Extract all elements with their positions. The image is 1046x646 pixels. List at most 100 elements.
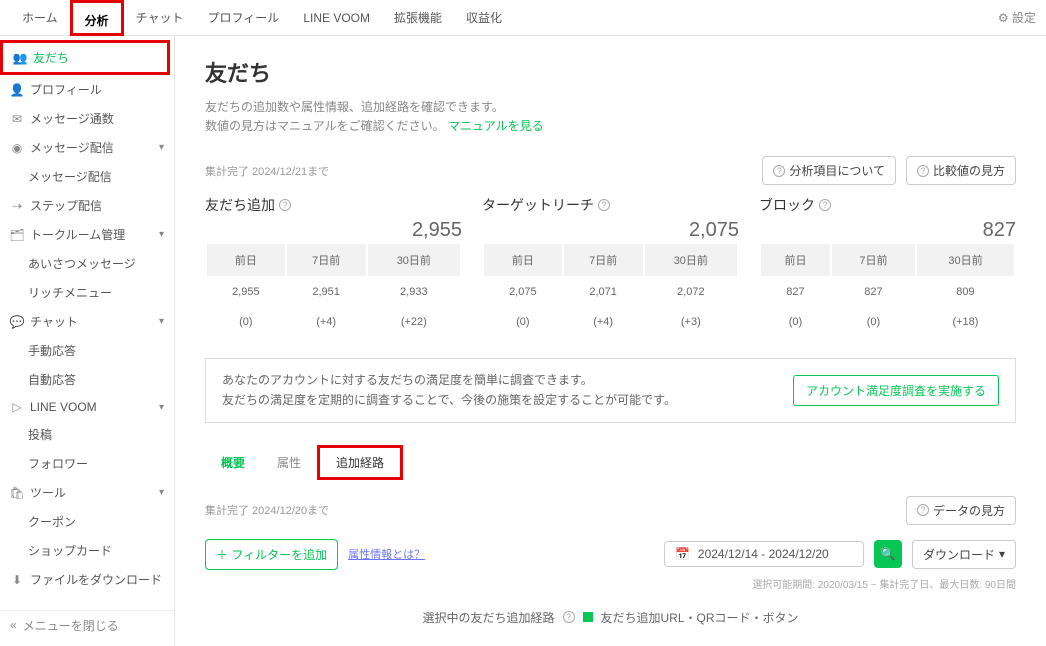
nav-voom[interactable]: LINE VOOM [291, 0, 382, 36]
date-range-input[interactable]: 📅2024/12/14 - 2024/12/20 [664, 541, 864, 567]
survey-cta-button[interactable]: アカウント満足度調査を実施する [793, 375, 999, 406]
btn-label: フィルターを追加 [231, 548, 327, 562]
attribute-info-link[interactable]: 属性情報とは？ [348, 546, 425, 562]
cell-value: 827 [832, 278, 915, 306]
collapse-icon: « [10, 618, 17, 632]
sidebar-sub-shopcard[interactable]: ショップカード [0, 536, 174, 565]
chevron-down-icon: ▾ [159, 487, 164, 498]
sidebar-item-talkroom[interactable]: 🗂トークルーム管理▾ [0, 220, 174, 249]
nav-analytics[interactable]: 分析 [70, 0, 124, 36]
search-icon: 🔍 [880, 547, 895, 561]
data-view-button[interactable]: ?データの見方 [906, 496, 1016, 525]
main-content: 友だち 友だちの追加数や属性情報、追加経路を確認できます。 数値の見方はマニュア… [175, 36, 1046, 646]
search-button[interactable]: 🔍 [874, 540, 902, 568]
cell-delta: (0) [207, 308, 285, 336]
desc-line2: 数値の見方はマニュアルをご確認ください。 [205, 119, 445, 133]
sidebar-sub-auto[interactable]: 自動応答 [0, 365, 174, 394]
chevron-down-icon: ▾ [159, 316, 164, 327]
cell-delta: (+4) [287, 308, 366, 336]
card-title: 友だち追加 ? [205, 195, 462, 215]
sidebar-item-voom[interactable]: ▷LINE VOOM▾ [0, 394, 174, 420]
sidebar-sub-greeting[interactable]: あいさつメッセージ [0, 249, 174, 278]
chevron-down-icon: ▾ [159, 402, 164, 413]
sidebar-item-tools[interactable]: 🛍ツール▾ [0, 478, 174, 507]
add-filter-button[interactable]: ＋ フィルターを追加 [205, 539, 338, 570]
sidebar-label: チャット [30, 313, 78, 330]
tab-attributes[interactable]: 属性 [261, 448, 317, 477]
top-nav: ホーム 分析 チャット プロフィール LINE VOOM 拡張機能 収益化 ⚙ … [0, 0, 1046, 36]
sidebar-sub-richmenu[interactable]: リッチメニュー [0, 278, 174, 307]
nav-extensions[interactable]: 拡張機能 [382, 0, 454, 36]
sidebar-label: ステップ配信 [30, 197, 102, 214]
sidebar-item-download[interactable]: ⬇ ファイルをダウンロード [0, 565, 174, 594]
sidebar-sub-followers[interactable]: フォロワー [0, 449, 174, 478]
col-header: 前日 [484, 244, 562, 276]
user-icon: 👤 [10, 83, 24, 97]
about-items-button[interactable]: ?分析項目について [762, 156, 896, 185]
sidebar-item-profile[interactable]: 👤 プロフィール [0, 75, 174, 104]
cell-delta: (0) [832, 308, 915, 336]
legend-color-chip [583, 612, 593, 622]
nav-chat[interactable]: チャット [124, 0, 196, 36]
download-icon: ⬇ [10, 573, 24, 587]
sidebar-item-friends[interactable]: 👥 友だち [3, 43, 167, 72]
desc-line1: 友だちの追加数や属性情報、追加経路を確認できます。 [205, 98, 1016, 117]
sidebar-label: 自動応答 [28, 371, 76, 388]
legend-title: 選択中の友だち追加経路 [422, 609, 554, 626]
tab-add-route[interactable]: 追加経路 [317, 445, 403, 480]
settings-label: 設定 [1012, 11, 1036, 25]
sidebar-label: あいさつメッセージ [28, 255, 136, 272]
bag-icon: 🛍 [10, 486, 24, 500]
sidebar-label: メッセージ通数 [30, 110, 114, 127]
manual-link[interactable]: マニュアルを見る [448, 119, 544, 133]
mail-icon: ✉ [10, 112, 24, 126]
nav-home[interactable]: ホーム [10, 0, 70, 36]
sidebar-item-broadcast[interactable]: ◉メッセージ配信▾ [0, 133, 174, 162]
col-header: 7日前 [564, 244, 643, 276]
sidebar-label: 投稿 [28, 426, 52, 443]
legend: 選択中の友だち追加経路 ? 友だち追加URL・QRコード・ボタン [205, 609, 1016, 626]
cell-value: 809 [917, 278, 1014, 306]
cell-delta: (+18) [917, 308, 1014, 336]
sidebar-item-message-count[interactable]: ✉ メッセージ通数 [0, 104, 174, 133]
sidebar-label: クーポン [28, 513, 76, 530]
sidebar: 👥 友だち 👤 プロフィール ✉ メッセージ通数 ◉メッセージ配信▾ メッセージ配信… [0, 36, 175, 646]
col-header: 30日前 [917, 244, 1014, 276]
sidebar-label: ファイルをダウンロード [30, 571, 162, 588]
stat-cards: 友だち追加 ? 2,955 前日7日前30日前 2,9552,9512,933 … [205, 195, 1016, 338]
page-desc: 友だちの追加数や属性情報、追加経路を確認できます。 数値の見方はマニュアルをご確… [205, 98, 1016, 136]
card-table: 前日7日前30日前 2,9552,9512,933 (0)(+4)(+22) [205, 242, 462, 338]
col-header: 30日前 [368, 244, 460, 276]
chevron-down-icon: ▾ [159, 142, 164, 153]
settings-link[interactable]: ⚙ 設定 [998, 9, 1036, 26]
aggregation-date-2: 集計完了 2024/12/20まで [205, 502, 329, 518]
download-button[interactable]: ダウンロード ▾ [912, 540, 1016, 569]
nav-profile[interactable]: プロフィール [196, 0, 292, 36]
sidebar-sub-posts[interactable]: 投稿 [0, 420, 174, 449]
date-value: 2024/12/14 - 2024/12/20 [698, 547, 829, 561]
btn-label: データの見方 [933, 502, 1005, 519]
sidebar-item-step[interactable]: ⇢ステップ配信 [0, 191, 174, 220]
chevron-down-icon: ▾ [159, 229, 164, 240]
sidebar-sub-manual[interactable]: 手動応答 [0, 336, 174, 365]
nav-monetize[interactable]: 収益化 [454, 0, 514, 36]
sidebar-item-chat[interactable]: 💬チャット▾ [0, 307, 174, 336]
sidebar-collapse[interactable]: « メニューを閉じる [0, 610, 174, 640]
help-icon: ? [279, 199, 291, 211]
sidebar-footer-label: メニューを閉じる [23, 617, 119, 634]
cell-value: 2,072 [645, 278, 737, 306]
tab-overview[interactable]: 概要 [205, 448, 261, 477]
compare-button[interactable]: ?比較値の見方 [906, 156, 1016, 185]
card-table: 前日7日前30日前 827827809 (0)(0)(+18) [759, 242, 1016, 338]
broadcast-icon: ◉ [10, 141, 24, 155]
card-table: 前日7日前30日前 2,0752,0712,072 (0)(+4)(+3) [482, 242, 739, 338]
sidebar-label: 手動応答 [28, 342, 76, 359]
cell-value: 827 [761, 278, 830, 306]
satisfaction-banner: あなたのアカウントに対する友だちの満足度を簡単に調査できます。 友だちの満足度を… [205, 358, 1016, 422]
banner-line1: あなたのアカウントに対する友だちの満足度を簡単に調査できます。 [222, 371, 793, 390]
sidebar-label: プロフィール [30, 81, 102, 98]
sidebar-sub-broadcast[interactable]: メッセージ配信 [0, 162, 174, 191]
sidebar-label: トークルーム管理 [30, 226, 125, 243]
stat-card: ターゲットリーチ ? 2,075 前日7日前30日前 2,0752,0712,0… [482, 195, 739, 338]
card-title: ブロック ? [759, 195, 1016, 215]
